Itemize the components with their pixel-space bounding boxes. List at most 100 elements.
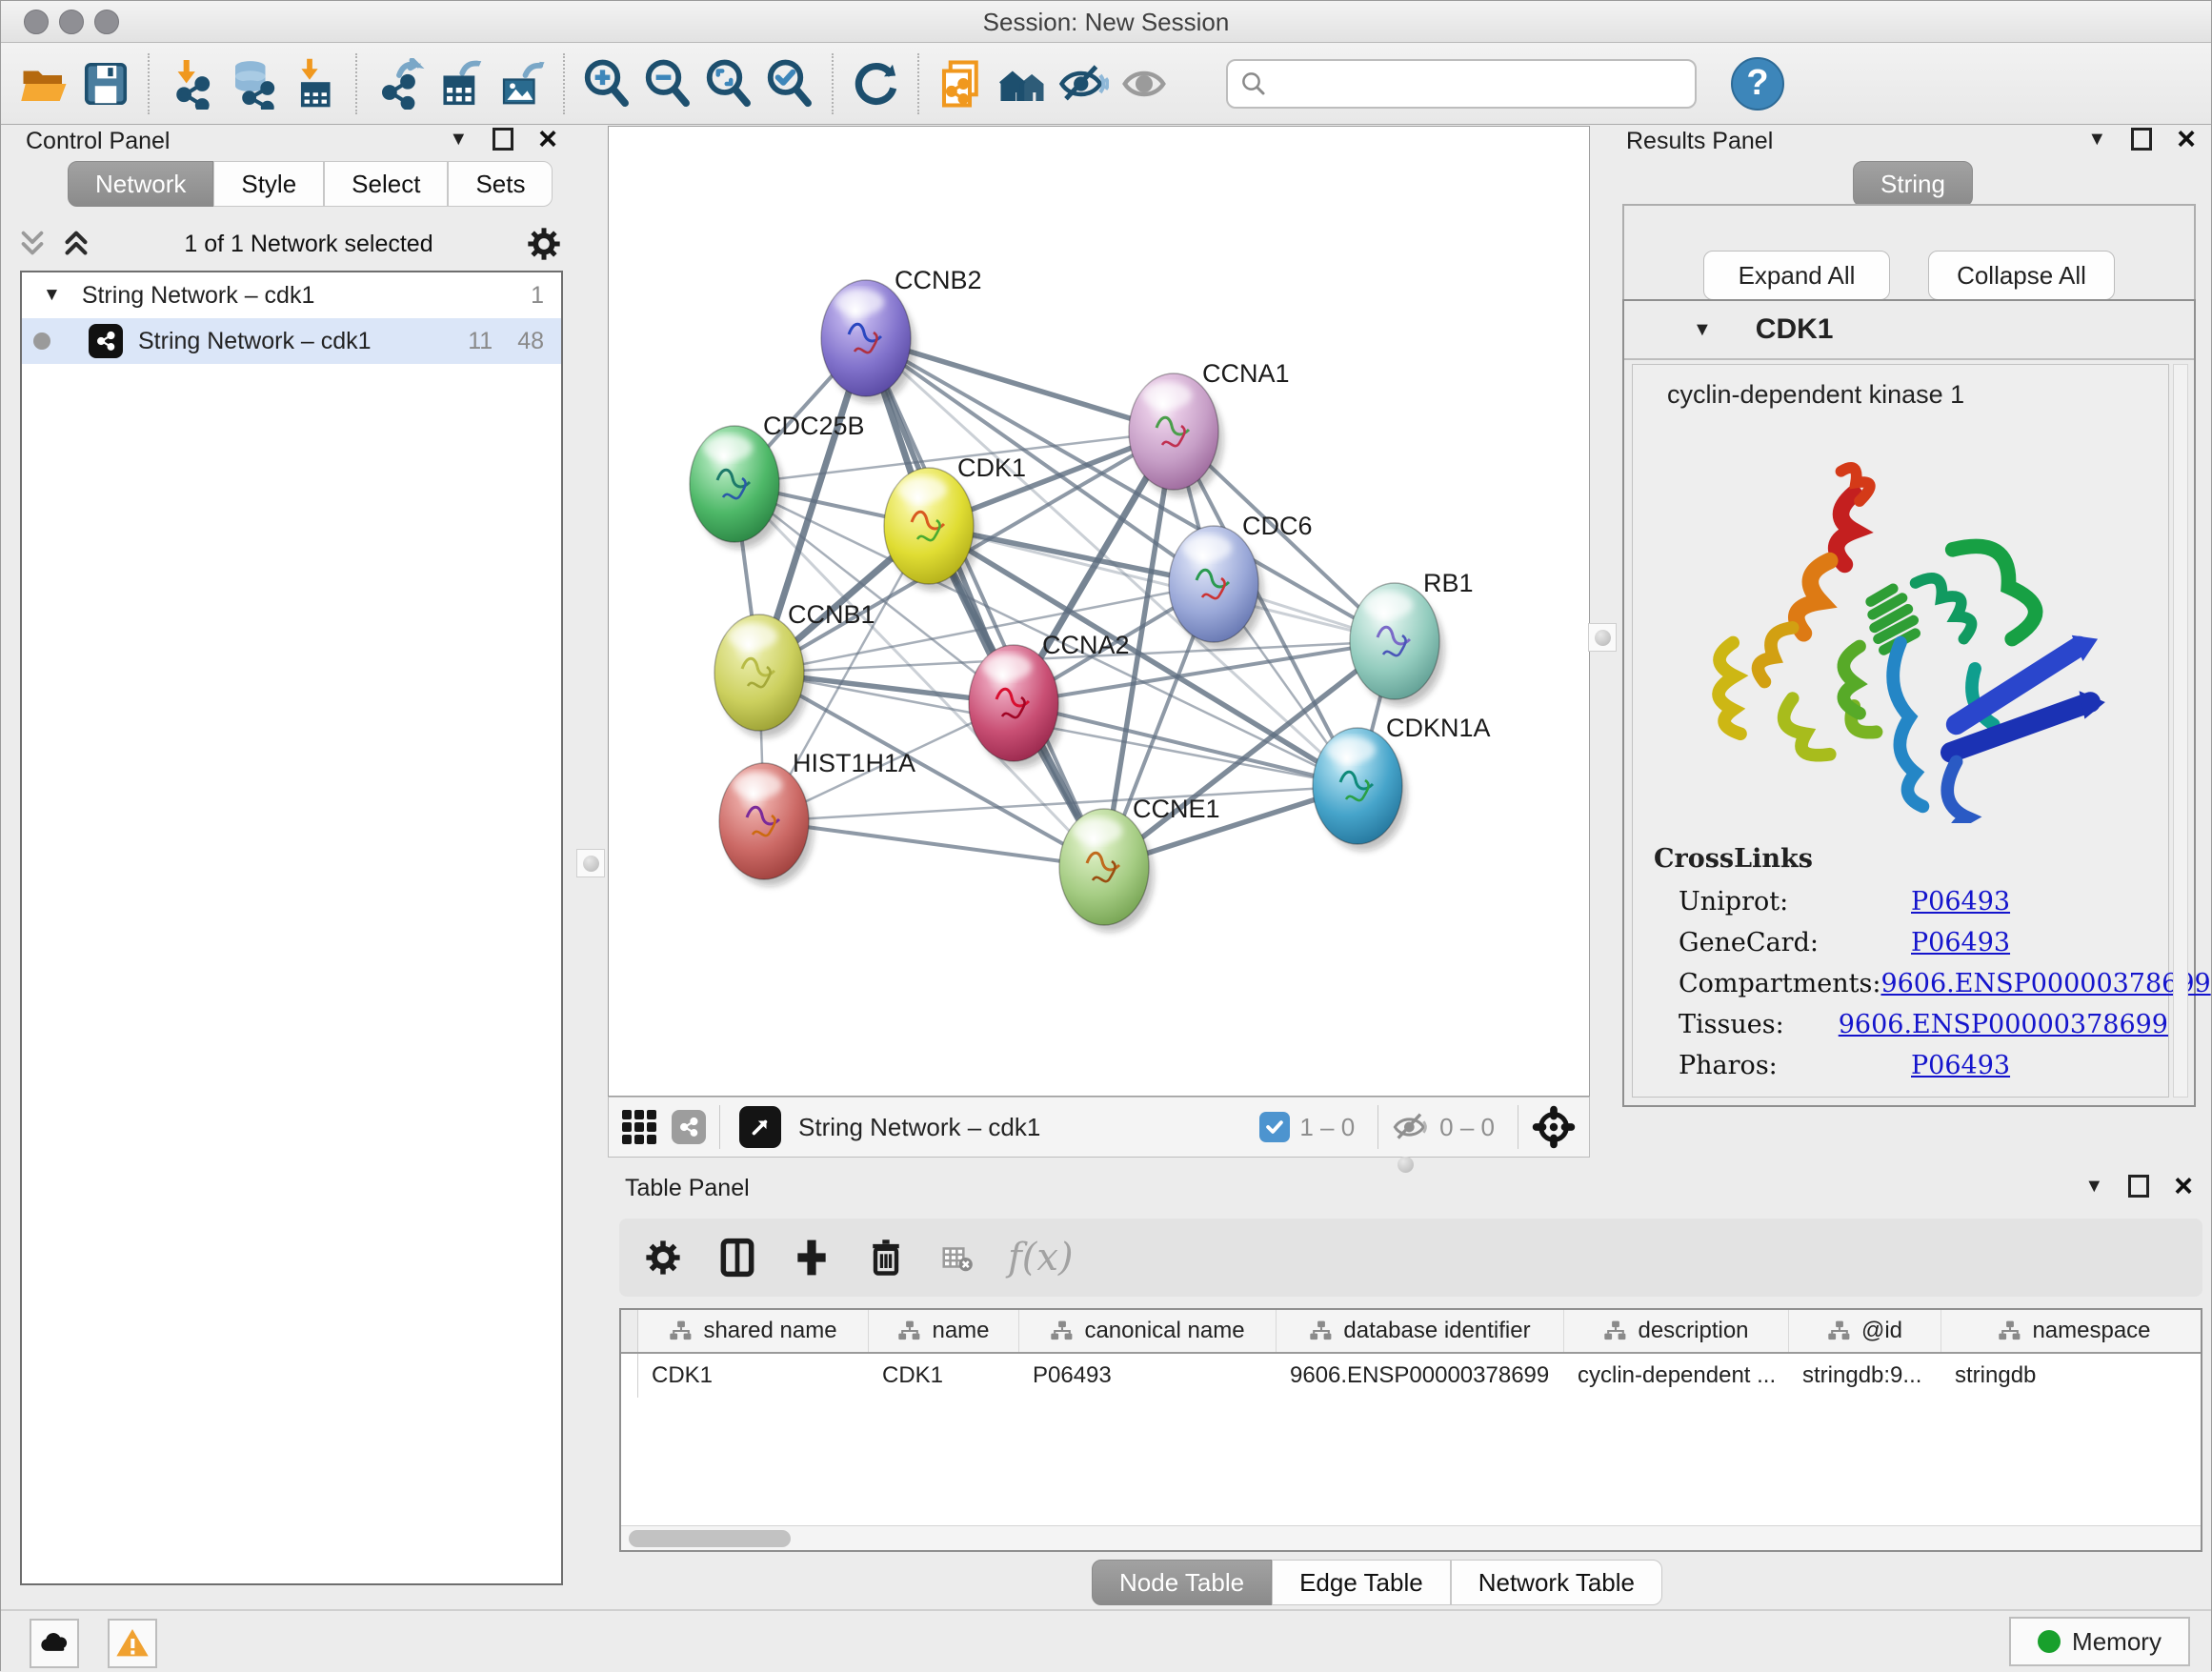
protein-header[interactable]: ▼ CDK1 (1624, 301, 2194, 360)
table-row[interactable]: CDK1CDK1P064939606.ENSP00000378699cyclin… (621, 1354, 2201, 1398)
zoom-out-button[interactable] (637, 53, 698, 114)
show-columns-icon[interactable] (716, 1237, 758, 1279)
zoom-fit-button[interactable] (698, 53, 759, 114)
panel-menu-caret[interactable]: ▼ (2087, 129, 2106, 151)
panel-float-button[interactable] (493, 128, 513, 151)
crosslink-link[interactable]: P06493 (1911, 928, 2010, 957)
network-collection-row[interactable]: ▼ String Network – cdk1 1 (22, 272, 561, 318)
delete-column-trash-icon[interactable] (865, 1237, 907, 1279)
help-button[interactable]: ? (1731, 57, 1784, 111)
crosslink-link[interactable]: P06493 (1911, 887, 2010, 917)
column-header-name[interactable]: name (869, 1310, 1019, 1352)
panel-close-button[interactable]: × (2177, 128, 2196, 151)
panel-close-button[interactable]: × (2174, 1175, 2193, 1198)
memory-button[interactable]: Memory (2009, 1617, 2190, 1666)
node-table[interactable]: shared namenamecanonical namedatabase id… (619, 1308, 2202, 1552)
node-ccna2[interactable] (969, 645, 1063, 768)
panel-float-button[interactable] (2128, 1175, 2149, 1198)
warning-button[interactable] (108, 1619, 157, 1668)
scrollbar-thumb[interactable] (629, 1530, 791, 1547)
left-splitter-handle[interactable] (576, 849, 605, 877)
zoom-selected-button[interactable] (759, 53, 820, 114)
table-horizontal-scrollbar[interactable] (621, 1525, 2201, 1550)
edge-ccnb2-ccne1[interactable] (866, 338, 1104, 867)
node-rb1[interactable] (1350, 583, 1444, 706)
detach-view-icon[interactable] (739, 1106, 781, 1148)
hidden-counts: 0 – 0 (1439, 1113, 1495, 1142)
export-image-button[interactable] (491, 53, 552, 114)
search-input[interactable] (1276, 65, 1683, 103)
column-header-database-identifier[interactable]: database identifier (1277, 1310, 1564, 1352)
node-label-ccna2: CCNA2 (1042, 631, 1130, 659)
node-label-cdkn1a: CDKN1A (1386, 714, 1491, 742)
column-header-canonical-name[interactable]: canonical name (1019, 1310, 1277, 1352)
crosslink-link[interactable]: 9606.ENSP00000378699 (1839, 1010, 2168, 1039)
column-header-description[interactable]: description (1564, 1310, 1789, 1352)
save-session-button[interactable] (75, 53, 136, 114)
tab-node-table[interactable]: Node Table (1092, 1560, 1272, 1605)
hide-selected-button[interactable] (1053, 53, 1114, 114)
expand-all-icon[interactable] (60, 228, 92, 260)
import-table-button[interactable] (283, 53, 344, 114)
collapse-caret[interactable]: ▼ (1693, 319, 1712, 341)
birds-eye-view-icon[interactable] (1532, 1105, 1576, 1149)
table-cell: stringdb:9... (1789, 1354, 1941, 1398)
panel-float-button[interactable] (2131, 128, 2152, 151)
edge-hist1h1a-ccne1[interactable] (764, 821, 1104, 867)
results-scrollbar[interactable] (2173, 364, 2188, 1098)
node-cdkn1a[interactable] (1313, 728, 1407, 851)
tree-expand-caret[interactable]: ▼ (43, 285, 61, 306)
tab-edge-table[interactable]: Edge Table (1272, 1560, 1451, 1605)
collapse-all-button[interactable]: Collapse All (1928, 251, 2115, 300)
node-ccne1[interactable] (1059, 809, 1154, 932)
open-session-button[interactable] (14, 53, 75, 114)
first-neighbors-button[interactable] (992, 53, 1053, 114)
network-canvas[interactable]: CCNB2CCNA1CDC25BCDK1CDC6RB1CCNB1CCNA2CDK… (608, 126, 1590, 1097)
selected-checkbox[interactable] (1259, 1112, 1290, 1142)
crosslink-link[interactable]: P06493 (1911, 1051, 2010, 1080)
column-header-shared-name[interactable]: shared name (638, 1310, 869, 1352)
tab-string[interactable]: String (1853, 161, 1973, 207)
collapse-all-icon[interactable] (16, 228, 49, 260)
edge-cdk1-rb1[interactable] (929, 526, 1395, 641)
panel-menu-caret[interactable]: ▼ (449, 129, 468, 151)
tab-sets[interactable]: Sets (448, 161, 553, 207)
tab-select[interactable]: Select (324, 161, 448, 207)
control-panel-tabs: NetworkStyleSelectSets (68, 161, 553, 207)
panel-menu-caret[interactable]: ▼ (2084, 1176, 2103, 1198)
network-options-gear-icon[interactable] (525, 225, 563, 263)
column-header-@id[interactable]: @id (1789, 1310, 1941, 1352)
show-all-button[interactable] (1114, 53, 1175, 114)
node-cdk1[interactable] (884, 468, 978, 591)
node-ccnb1[interactable] (714, 614, 809, 737)
zoom-in-button[interactable] (576, 53, 637, 114)
node-cdc6[interactable] (1169, 526, 1263, 649)
node-ccnb2[interactable] (821, 280, 915, 403)
import-network-from-database-button[interactable] (222, 53, 283, 114)
tab-style[interactable]: Style (213, 161, 324, 207)
add-column-icon[interactable] (791, 1237, 833, 1279)
tab-network[interactable]: Network (68, 161, 213, 207)
duplicate-network-button[interactable] (931, 53, 992, 114)
delete-table-icon (939, 1239, 975, 1276)
protein-structure-image (1677, 423, 2124, 823)
network-row[interactable]: String Network – cdk1 11 48 (22, 318, 561, 364)
column-header-namespace[interactable]: namespace (1941, 1310, 2202, 1352)
collection-count: 1 (531, 282, 544, 310)
cloud-icon (36, 1625, 72, 1662)
table-options-gear-icon[interactable] (642, 1237, 684, 1279)
refresh-button[interactable] (845, 53, 906, 114)
bottom-splitter-handle[interactable] (1393, 1152, 1418, 1177)
tab-network-table[interactable]: Network Table (1451, 1560, 1662, 1605)
export-network-button[interactable] (369, 53, 430, 114)
crosslink-link[interactable]: 9606.ENSP00000378699 (1880, 969, 2210, 998)
network-grid-view-icon[interactable] (622, 1110, 656, 1144)
crosslink-label: Uniprot: (1679, 887, 1911, 917)
export-table-button[interactable] (430, 53, 491, 114)
cloud-button[interactable] (30, 1619, 79, 1668)
panel-close-button[interactable]: × (538, 128, 557, 151)
string-view-icon[interactable] (672, 1110, 706, 1144)
node-hist1h1a[interactable] (719, 763, 814, 886)
expand-all-button[interactable]: Expand All (1703, 251, 1890, 300)
import-network-button[interactable] (161, 53, 222, 114)
